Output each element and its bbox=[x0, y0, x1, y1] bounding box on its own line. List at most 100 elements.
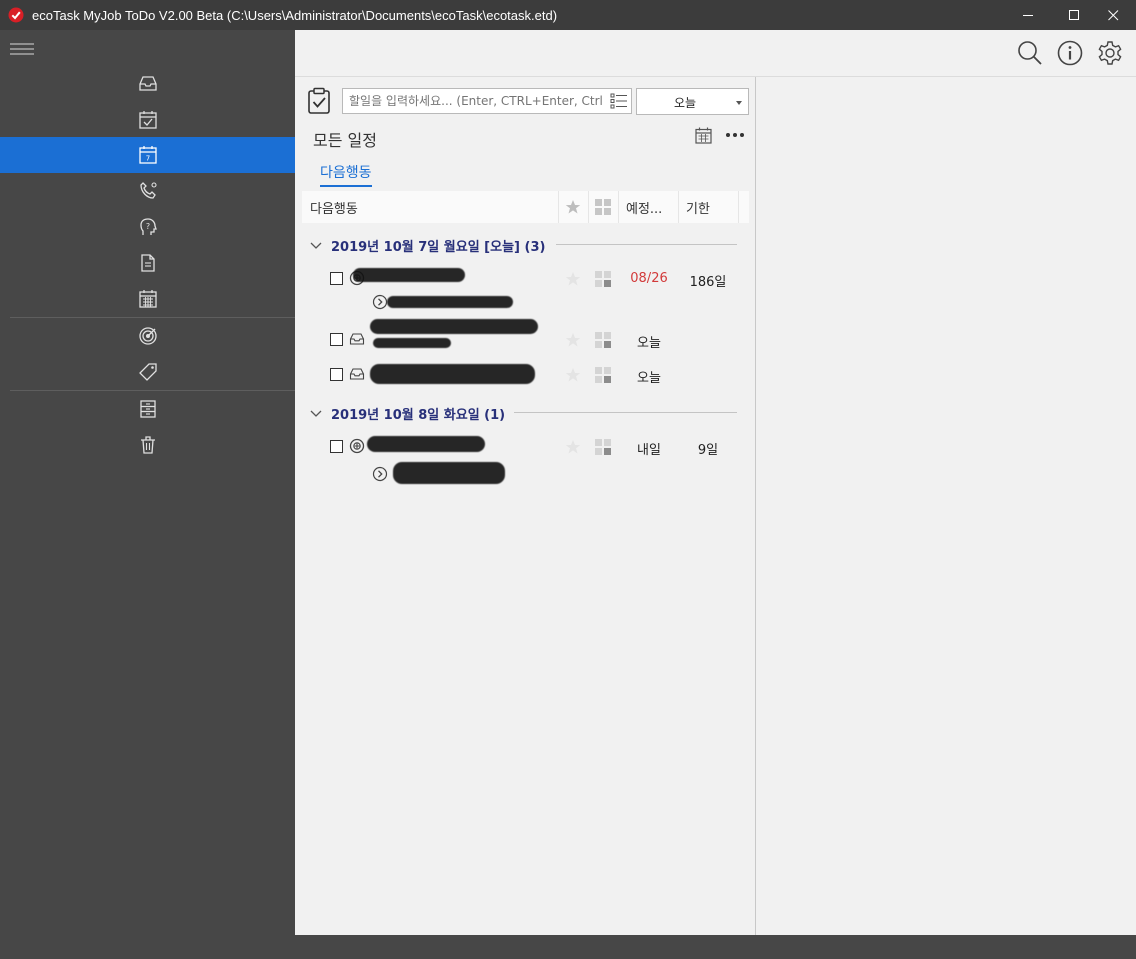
tag-icon bbox=[138, 363, 157, 381]
task-scheduled-date[interactable]: 오늘 bbox=[621, 332, 677, 351]
star-icon[interactable] bbox=[565, 271, 581, 287]
calendar-grid-icon bbox=[138, 290, 157, 308]
main-area: 오늘 모든 일정 다음행동 다음행동 예정... 기한 bbox=[295, 30, 1136, 935]
task-checkbox[interactable] bbox=[330, 368, 343, 381]
column-separator[interactable] bbox=[618, 191, 619, 223]
title-bar: ecoTask MyJob ToDo V2.00 Beta (C:\Users\… bbox=[0, 0, 1136, 30]
group-header-label: 2019년 10월 8일 화요일 (1) bbox=[331, 408, 506, 423]
task-input-box[interactable] bbox=[342, 88, 632, 114]
document-icon bbox=[140, 254, 155, 272]
svg-text:?: ? bbox=[145, 222, 149, 231]
sidebar-item-archive[interactable] bbox=[0, 391, 295, 427]
target-icon bbox=[138, 327, 157, 345]
more-options-icon[interactable] bbox=[725, 128, 745, 142]
column-header: 다음행동 예정... 기한 bbox=[302, 191, 749, 223]
inbox-icon bbox=[349, 368, 365, 380]
group-divider-line bbox=[514, 412, 737, 413]
group-header[interactable]: 2019년 10월 8일 화요일 (1) bbox=[309, 404, 505, 423]
info-icon[interactable] bbox=[1056, 39, 1084, 67]
task-due-days[interactable]: 186일 bbox=[680, 271, 736, 290]
hamburger-menu-icon[interactable] bbox=[10, 42, 34, 56]
redacted-text bbox=[373, 338, 451, 348]
date-dropdown-value: 오늘 bbox=[673, 96, 697, 110]
star-icon[interactable] bbox=[565, 367, 581, 383]
star-icon[interactable] bbox=[565, 439, 581, 455]
sidebar-item-calendar[interactable] bbox=[0, 281, 295, 317]
sidebar-item-today-tasks[interactable] bbox=[0, 102, 295, 138]
sidebar-item-tags[interactable] bbox=[0, 354, 295, 390]
calendar-check-icon bbox=[138, 111, 157, 129]
subtask-arrow-icon[interactable] bbox=[372, 466, 388, 482]
clipboard-check-icon[interactable] bbox=[307, 87, 331, 115]
page-title: 모든 일정 bbox=[313, 131, 377, 150]
svg-text:7: 7 bbox=[145, 155, 149, 163]
sidebar-item-someday[interactable]: ? bbox=[0, 209, 295, 245]
date-dropdown[interactable]: 오늘 bbox=[636, 88, 749, 115]
task-checkbox[interactable] bbox=[330, 272, 343, 285]
settings-icon[interactable] bbox=[1096, 39, 1124, 67]
search-icon[interactable] bbox=[1016, 39, 1044, 67]
sidebar-item-contacts[interactable] bbox=[0, 173, 295, 209]
panel-divider[interactable] bbox=[755, 77, 756, 935]
chevron-down-icon[interactable] bbox=[309, 409, 323, 419]
trash-icon bbox=[140, 436, 155, 454]
subtask-arrow-icon[interactable] bbox=[372, 294, 388, 310]
sidebar-item-inbox[interactable] bbox=[0, 66, 295, 102]
task-scheduled-date[interactable]: 08/26 bbox=[621, 271, 677, 286]
priority-column-icon[interactable] bbox=[594, 198, 612, 216]
column-separator[interactable] bbox=[588, 191, 589, 223]
task-due-days[interactable]: 9일 bbox=[680, 439, 736, 458]
redacted-text bbox=[387, 296, 513, 308]
task-row[interactable]: 08/26 186일 bbox=[295, 264, 755, 310]
sidebar-item-notes[interactable] bbox=[0, 245, 295, 281]
column-header-name[interactable]: 다음행동 bbox=[310, 191, 358, 223]
task-row[interactable]: 내일 9일 bbox=[295, 432, 755, 484]
priority-icon[interactable] bbox=[594, 270, 612, 288]
star-icon[interactable] bbox=[565, 332, 581, 348]
task-input[interactable] bbox=[343, 89, 605, 113]
top-toolbar bbox=[295, 30, 1136, 77]
chevron-down-icon[interactable] bbox=[309, 241, 323, 251]
priority-icon[interactable] bbox=[594, 366, 612, 384]
task-row[interactable]: 오늘 bbox=[295, 360, 755, 390]
group-header-label: 2019년 10월 7일 월요일 [오늘] (3) bbox=[331, 240, 546, 255]
calendar-view-icon[interactable] bbox=[695, 127, 712, 144]
redacted-text bbox=[367, 436, 485, 452]
column-separator[interactable] bbox=[558, 191, 559, 223]
maximize-icon bbox=[1068, 9, 1079, 20]
group-divider-line bbox=[556, 244, 737, 245]
redacted-text bbox=[353, 268, 465, 282]
chevron-down-icon bbox=[736, 101, 742, 105]
inbox-icon bbox=[138, 76, 157, 91]
inbox-icon bbox=[349, 333, 365, 345]
group-header[interactable]: 2019년 10월 7일 월요일 [오늘] (3) bbox=[309, 236, 545, 255]
column-separator[interactable] bbox=[678, 191, 679, 223]
priority-icon[interactable] bbox=[594, 438, 612, 456]
tab-next-action[interactable]: 다음행동 bbox=[320, 162, 372, 187]
phone-icon bbox=[139, 182, 157, 199]
sidebar-item-goals[interactable] bbox=[0, 318, 295, 354]
redacted-text bbox=[370, 319, 538, 334]
redacted-text bbox=[370, 364, 535, 384]
archive-icon bbox=[139, 400, 156, 418]
minimize-icon bbox=[1022, 14, 1033, 16]
close-button[interactable] bbox=[1090, 0, 1136, 30]
task-row[interactable]: 오늘 bbox=[295, 319, 755, 355]
app-logo-icon bbox=[8, 7, 24, 23]
task-scheduled-date[interactable]: 오늘 bbox=[621, 367, 677, 386]
star-column-icon[interactable] bbox=[565, 199, 581, 215]
sidebar-item-trash[interactable] bbox=[0, 427, 295, 463]
task-checkbox[interactable] bbox=[330, 333, 343, 346]
minimize-button[interactable] bbox=[1005, 0, 1051, 30]
column-separator[interactable] bbox=[738, 191, 739, 223]
priority-icon[interactable] bbox=[594, 331, 612, 349]
sidebar-item-schedule[interactable]: 7 bbox=[0, 137, 295, 173]
column-header-due[interactable]: 기한 bbox=[686, 191, 710, 223]
task-scheduled-date[interactable]: 내일 bbox=[621, 439, 677, 458]
list-options-icon[interactable] bbox=[609, 92, 629, 110]
question-head-icon: ? bbox=[139, 218, 157, 235]
column-header-scheduled[interactable]: 예정... bbox=[626, 191, 662, 223]
calendar-7-icon: 7 bbox=[138, 146, 157, 164]
target-add-icon bbox=[349, 438, 365, 454]
task-checkbox[interactable] bbox=[330, 440, 343, 453]
